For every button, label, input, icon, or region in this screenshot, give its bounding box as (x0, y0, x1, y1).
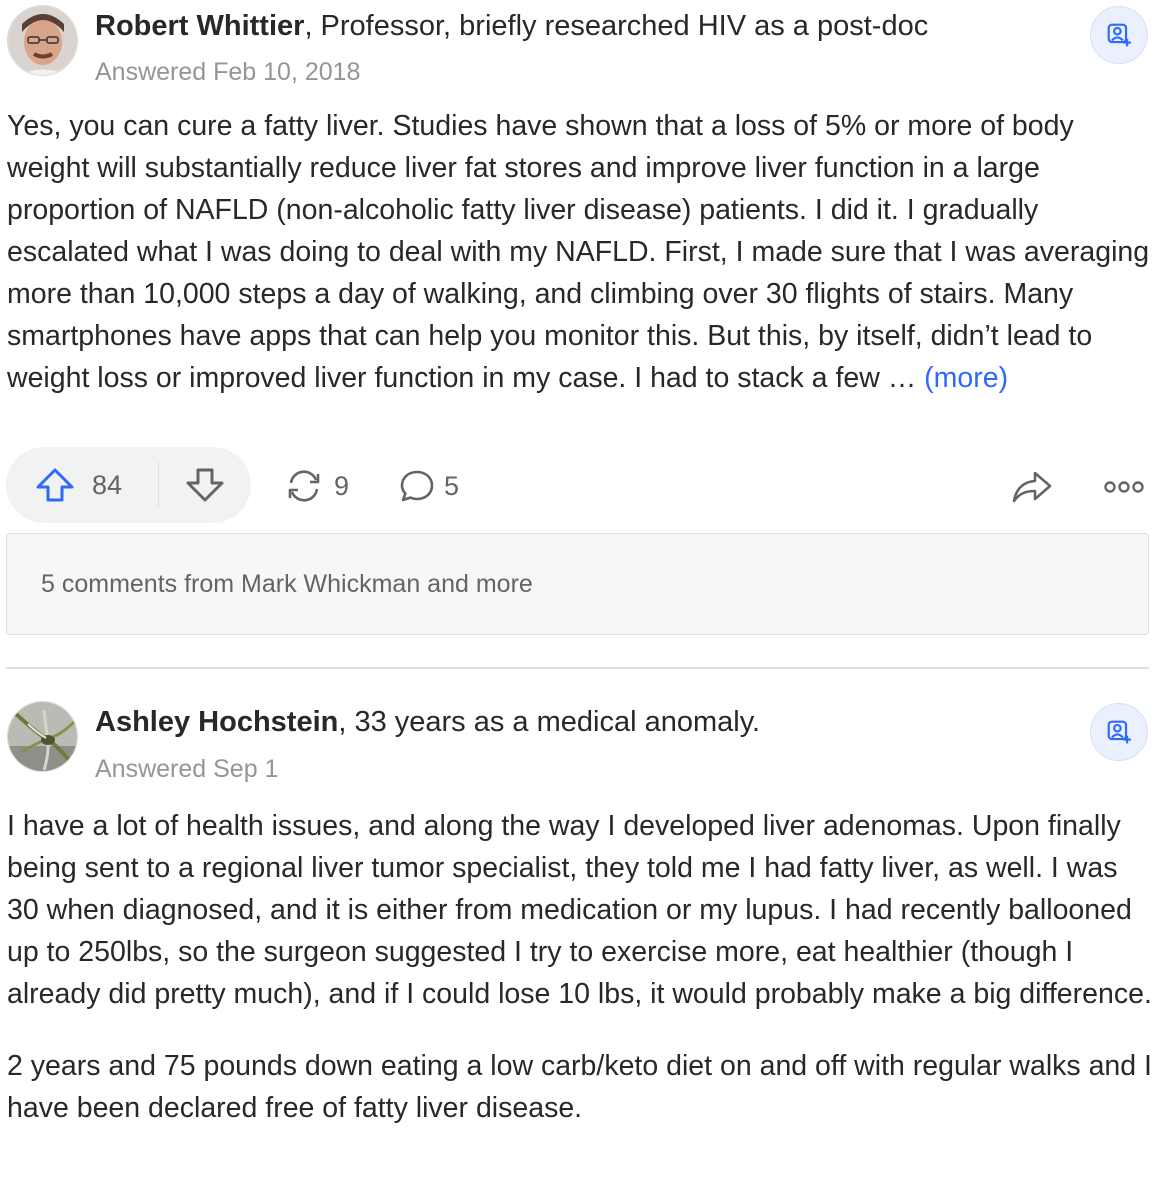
comment-count: 5 (444, 470, 460, 501)
vote-pill: 84 (6, 447, 251, 523)
upvote-count: 84 (92, 469, 123, 500)
follow-button[interactable] (1090, 6, 1148, 64)
answer-paragraph: 2 years and 75 pounds down eating a low … (7, 1050, 1152, 1124)
avatar-photo (8, 702, 77, 771)
author-name[interactable]: Ashley Hochstein (95, 706, 338, 738)
avatar-photo (8, 6, 77, 75)
answer-body: Yes, you can cure a fatty liver. Studies… (7, 105, 1152, 399)
arrow-down-icon (186, 468, 224, 502)
answered-date[interactable]: Answered Sep 1 (95, 753, 278, 785)
share-count: 9 (334, 470, 350, 501)
comment-button[interactable]: 5 (398, 462, 459, 510)
person-add-icon (1107, 23, 1131, 47)
more-dots-icon (1104, 481, 1144, 493)
author-line: Ashley Hochstein, 33 years as a medical … (95, 704, 760, 740)
follow-button[interactable] (1090, 703, 1148, 761)
answer-paragraph: I have a lot of health issues, and along… (7, 810, 1152, 1010)
answer-divider (6, 667, 1149, 669)
share-button[interactable]: 9 (282, 462, 349, 510)
author-credential: , 33 years as a medical anomaly. (338, 706, 761, 738)
forward-button[interactable] (1008, 463, 1056, 511)
answered-date[interactable]: Answered Feb 10, 2018 (95, 56, 360, 88)
answer-paragraph: Yes, you can cure a fatty liver. Studies… (7, 110, 1150, 394)
more-link[interactable]: (more) (924, 362, 1008, 394)
author-line: Robert Whittier, Professor, briefly rese… (95, 8, 928, 44)
author-credential: , Professor, briefly researched HIV as a… (304, 10, 929, 42)
downvote-button[interactable] (159, 447, 251, 523)
avatar[interactable] (7, 5, 78, 76)
overflow-menu-button[interactable] (1100, 463, 1148, 511)
arrow-up-icon (36, 468, 74, 502)
comments-preview[interactable]: 5 comments from Mark Whickman and more (6, 533, 1149, 635)
share-loop-icon (288, 470, 320, 502)
author-name[interactable]: Robert Whittier (95, 10, 304, 42)
avatar[interactable] (7, 701, 78, 772)
upvote-button[interactable]: 84 (6, 447, 158, 523)
answer-body: I have a lot of health issues, and along… (7, 805, 1152, 1159)
speech-bubble-icon (400, 470, 434, 502)
person-add-icon (1107, 720, 1131, 744)
forward-arrow-icon (1012, 471, 1052, 503)
